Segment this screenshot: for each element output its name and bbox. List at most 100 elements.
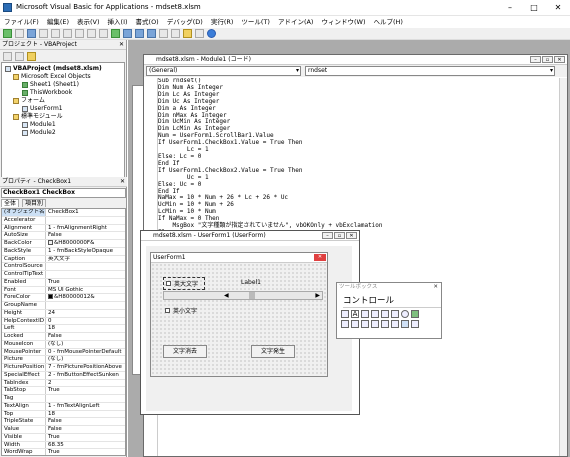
menu-insert[interactable]: 挿入(I) (104, 16, 132, 28)
pause-icon[interactable] (123, 29, 132, 38)
property-value[interactable]: CheckBox1 (46, 209, 125, 216)
property-value[interactable]: True (46, 434, 125, 441)
tree-node-module1[interactable]: Module1 (22, 121, 56, 129)
property-value[interactable]: 英大文字 (46, 256, 125, 263)
property-value[interactable]: False (46, 418, 125, 425)
property-value[interactable]: (なし) (46, 356, 125, 363)
save-icon[interactable] (27, 29, 36, 38)
menu-addins[interactable]: アドイン(A) (274, 16, 318, 28)
restore-icon[interactable]: ▫ (542, 56, 553, 63)
property-value[interactable]: 2 - fmButtonEffectSunken (46, 372, 125, 379)
properties-window-icon[interactable] (171, 29, 180, 38)
property-value[interactable] (46, 271, 125, 278)
tab-alphabetic[interactable]: 全体 (1, 199, 20, 207)
select-objects-icon[interactable] (341, 310, 349, 318)
label-tool-icon[interactable]: A (351, 310, 359, 318)
property-row[interactable]: Value False (2, 426, 125, 434)
close-icon[interactable]: ✕ (346, 232, 357, 239)
cut-icon[interactable] (39, 29, 48, 38)
property-value[interactable]: False (46, 232, 125, 239)
close-icon[interactable]: ✕ (433, 283, 438, 292)
listbox-tool-icon[interactable] (381, 310, 389, 318)
insert-module-icon[interactable] (15, 29, 24, 38)
close-icon[interactable]: ✕ (120, 177, 125, 187)
property-value[interactable]: 68.35 (46, 442, 125, 449)
tree-node-forms[interactable]: フォーム (13, 97, 45, 105)
property-row[interactable]: Picture (なし) (2, 356, 125, 364)
property-value[interactable]: 0 - fmMousePointerDefault (46, 349, 125, 356)
undo-icon[interactable] (87, 29, 96, 38)
property-value[interactable]: MS UI Gothic (46, 287, 125, 294)
property-row[interactable]: Locked False (2, 333, 125, 341)
run-icon[interactable] (111, 29, 120, 38)
scrollbar1[interactable]: ◀ ▶ (163, 291, 323, 300)
property-row[interactable]: Tag (2, 395, 125, 403)
tree-node-thisworkbook[interactable]: ThisWorkbook (22, 89, 72, 97)
property-row[interactable]: Font MS UI Gothic (2, 286, 125, 295)
tree-node-modules[interactable]: 標準モジュール (13, 113, 63, 121)
property-value[interactable] (46, 217, 125, 224)
property-value[interactable]: (なし) (46, 341, 125, 348)
menu-view[interactable]: 表示(V) (73, 16, 104, 28)
toggle-folders-icon[interactable] (27, 51, 36, 61)
find-icon[interactable] (75, 29, 84, 38)
menu-tools[interactable]: ツール(T) (237, 16, 274, 28)
spinbutton-tool-icon[interactable] (391, 320, 399, 328)
reset-icon[interactable] (135, 29, 144, 38)
property-value[interactable]: True (46, 279, 125, 286)
tree-node-vbaproject[interactable]: VBAProject (mdset8.xlsm) (5, 65, 102, 73)
textbox-tool-icon[interactable] (361, 310, 369, 318)
property-value[interactable] (46, 263, 125, 270)
property-row[interactable]: Enabled True (2, 278, 125, 287)
property-value-wrap[interactable]: &H8000000F& (46, 240, 125, 247)
minimize-icon[interactable]: – (530, 56, 541, 63)
property-value[interactable]: 2 (46, 380, 125, 387)
view-object-icon[interactable] (15, 51, 24, 61)
checkbox-tool-icon[interactable] (391, 310, 399, 318)
property-value[interactable]: 0 (46, 318, 125, 325)
close-button[interactable]: ✕ (546, 0, 570, 16)
property-value[interactable]: &H8000000F& (54, 240, 94, 246)
property-row[interactable]: ControlSource (2, 263, 125, 271)
scrollbar-tool-icon[interactable] (381, 320, 389, 328)
code-scrollbar[interactable] (559, 78, 567, 456)
view-code-icon[interactable] (3, 51, 12, 61)
property-value[interactable]: 1 - fmTextAlignLeft (46, 403, 125, 410)
property-row[interactable]: Width 68.35 (2, 441, 125, 450)
optionbutton-tool-icon[interactable] (401, 310, 409, 318)
property-row[interactable]: BackColor &H8000000F& (2, 240, 125, 248)
property-row[interactable]: TripleState False (2, 418, 125, 426)
object-selector[interactable]: CheckBox1 CheckBox (1, 188, 126, 198)
property-value[interactable] (46, 302, 125, 309)
property-row[interactable]: GroupName (2, 302, 125, 310)
property-row[interactable]: TabStop True (2, 387, 125, 395)
property-row[interactable]: Height 24 (2, 309, 125, 318)
restore-icon[interactable]: ▫ (334, 232, 345, 239)
procedure-combo[interactable]: rndset (305, 66, 555, 76)
property-value[interactable]: 24 (46, 310, 125, 317)
property-row[interactable]: HelpContextID 0 (2, 317, 125, 326)
property-row[interactable]: ControlTipText (2, 271, 125, 279)
menu-help[interactable]: ヘルプ(H) (369, 16, 406, 28)
refedit-tool-icon[interactable] (411, 320, 419, 328)
property-value[interactable]: False (46, 333, 125, 340)
design-mode-icon[interactable] (147, 29, 156, 38)
property-value[interactable]: 1 - fmAlignmentRight (46, 225, 125, 232)
property-value[interactable]: False (46, 426, 125, 433)
property-value[interactable]: 18 (46, 325, 125, 332)
menu-file[interactable]: ファイル(F) (0, 16, 43, 28)
menu-debug[interactable]: デバッグ(D) (163, 16, 207, 28)
userform[interactable]: UserForm1 ✕ 英大文字 Label1 ◀ ▶ 英小文字 文字消去 文字… (150, 252, 328, 377)
property-row[interactable]: AutoSize False (2, 232, 125, 240)
property-row[interactable]: Caption 英大文字 (2, 255, 125, 264)
checkbox-uppercase[interactable]: 英大文字 (163, 277, 206, 290)
property-row[interactable]: MousePointer 0 - fmMousePointerDefault (2, 348, 125, 357)
tree-node-excel-objects[interactable]: Microsoft Excel Objects (13, 73, 91, 81)
property-row[interactable]: WordWrap True (2, 449, 125, 455)
minimize-button[interactable]: – (498, 0, 522, 16)
tabstrip-tool-icon[interactable] (361, 320, 369, 328)
excel-view-icon[interactable] (3, 29, 12, 38)
togglebutton-tool-icon[interactable] (411, 310, 419, 318)
checkbox-lowercase[interactable]: 英小文字 (165, 306, 197, 315)
frame-tool-icon[interactable] (341, 320, 349, 328)
